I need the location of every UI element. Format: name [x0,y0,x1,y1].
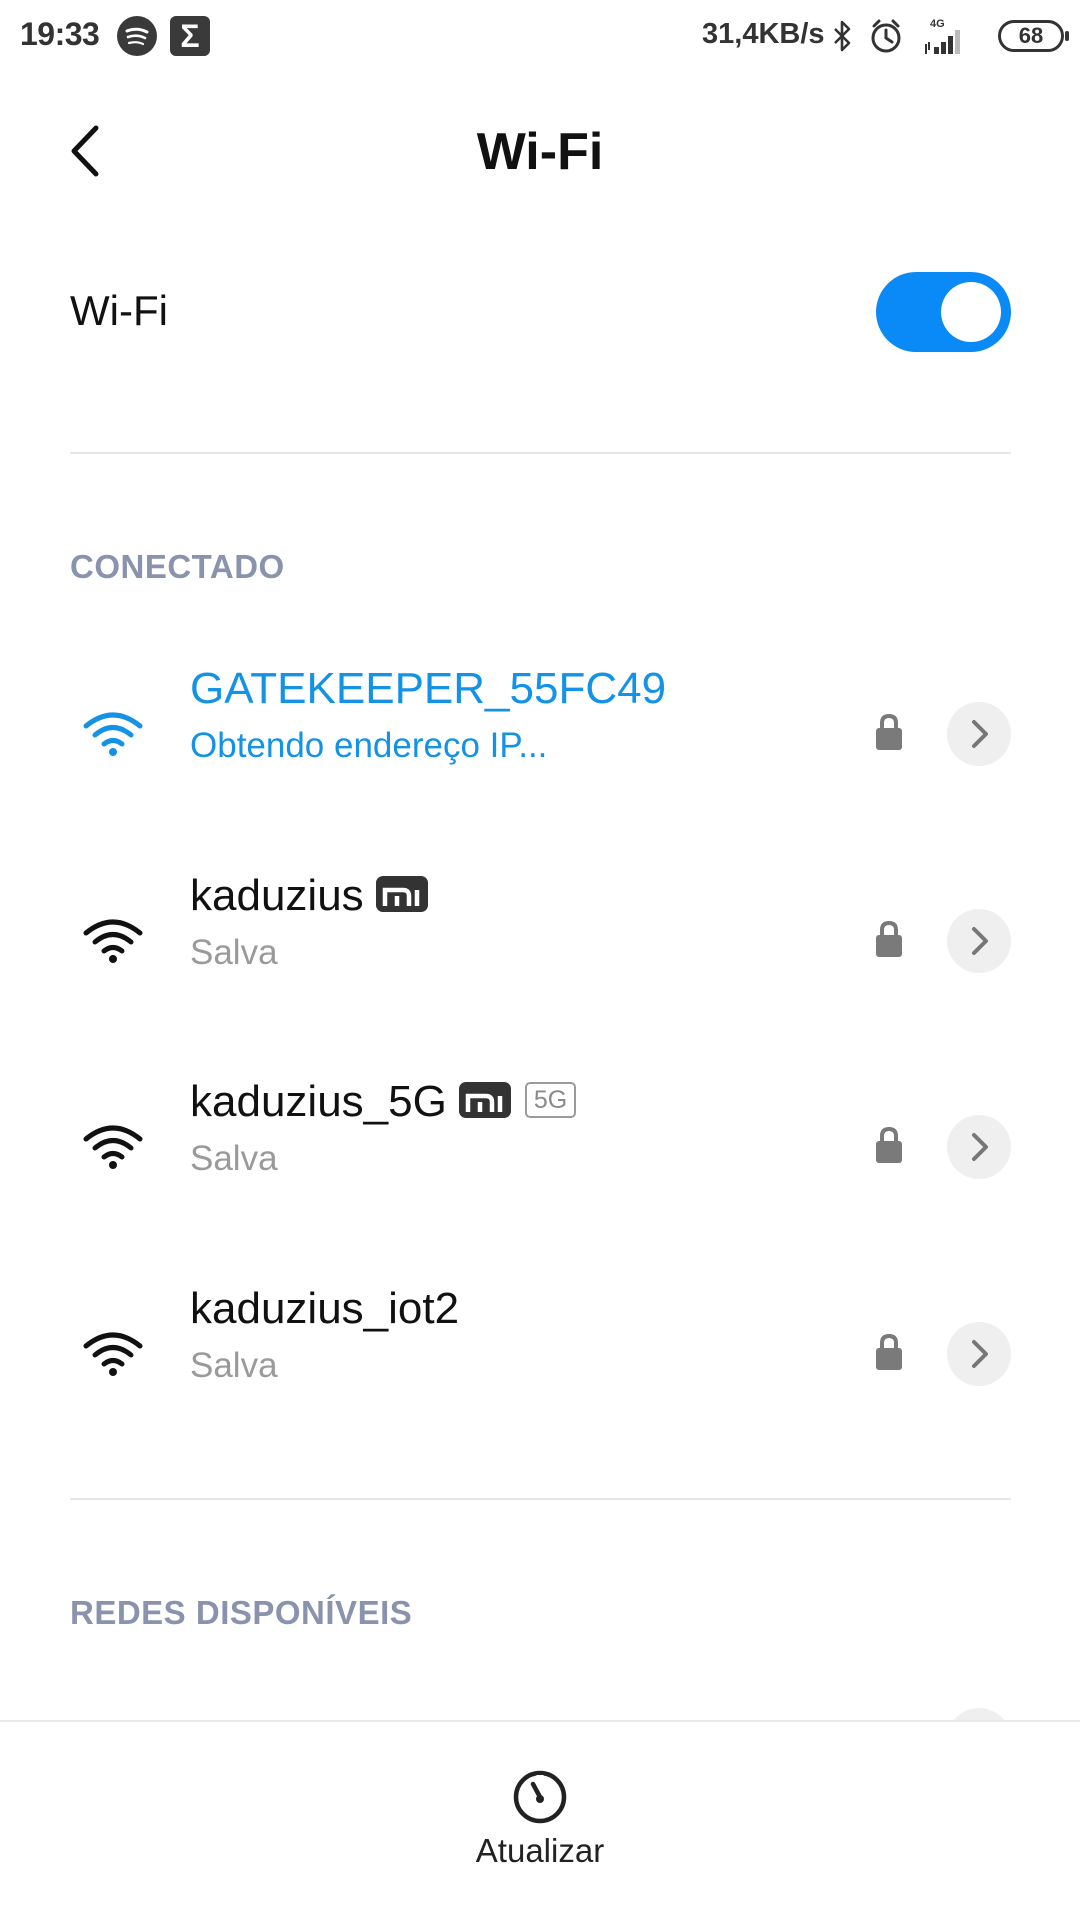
network-name: kaduzius [190,871,364,920]
band-badge: 5G [524,1082,577,1119]
bottom-action-bar: Atualizar [0,1720,1080,1920]
mi-logo-icon [458,1082,511,1119]
network-details-button[interactable] [947,1115,1011,1179]
chevron-right-icon [972,1340,988,1368]
chevron-right-icon [972,927,988,955]
wifi-toggle-label: Wi-Fi [70,287,168,334]
network-row-gatekeeper[interactable]: GATEKEEPER_55FC49 Obtendo endereço IP... [0,650,1080,850]
network-details-button[interactable] [947,702,1011,766]
status-time: 19:33 [20,16,100,52]
lock-icon [876,920,902,957]
refresh-icon[interactable] [511,1768,569,1826]
battery-icon: 68 [998,20,1069,52]
wifi-signal-icon [83,712,143,756]
network-speed: 31,4KB/s [702,18,825,50]
bluetooth-icon [834,20,851,52]
network-status: Salva [190,1139,278,1178]
mi-logo-icon [375,876,428,913]
toggle-knob [941,282,1001,342]
status-bar: 19:33 Σ 31,4KB/s 4G 68 [0,0,1080,75]
refresh-button-label[interactable]: Atualizar [0,1832,1080,1870]
network-name-line: kaduzius [190,871,428,921]
wifi-signal-icon [83,919,143,963]
wifi-toggle[interactable] [876,272,1011,352]
network-status: Salva [190,933,278,972]
lock-icon [876,1333,902,1370]
network-row-kaduzius[interactable]: kaduzius Salva [0,857,1080,1057]
wifi-signal-icon [83,1125,143,1169]
status-icons: 4G [834,18,960,54]
network-status: Obtendo endereço IP... [190,726,548,765]
page-title: Wi-Fi [476,123,604,181]
network-status: Salva [190,1346,278,1385]
signal-icon: 4G [925,18,960,54]
network-name: kaduzius_5G [190,1077,447,1126]
wifi-signal-icon [83,1332,143,1376]
network-name: kaduzius_iot2 [190,1284,460,1333]
network-details-button[interactable] [947,1322,1011,1386]
sigma-icon: Σ [170,16,210,56]
lock-icon [876,713,902,750]
section-header-connected: CONECTADO [70,548,285,585]
network-name-line: kaduzius_5G 5G [190,1077,577,1127]
network-name: GATEKEEPER_55FC49 [190,664,667,713]
spotify-icon [117,16,157,56]
chevron-right-icon [972,720,988,748]
lock-icon [876,1126,902,1163]
network-row-kaduzius-5g[interactable]: kaduzius_5G 5G Salva [0,1063,1080,1263]
alarm-icon [871,19,901,53]
divider [70,452,1011,454]
section-header-available: REDES DISPONÍVEIS [70,1594,413,1631]
network-row-kaduzius-iot2[interactable]: kaduzius_iot2 Salva [0,1270,1080,1470]
svg-text:4G: 4G [930,18,945,30]
network-details-button[interactable] [947,909,1011,973]
chevron-right-icon [972,1133,988,1161]
divider [70,1498,1011,1500]
